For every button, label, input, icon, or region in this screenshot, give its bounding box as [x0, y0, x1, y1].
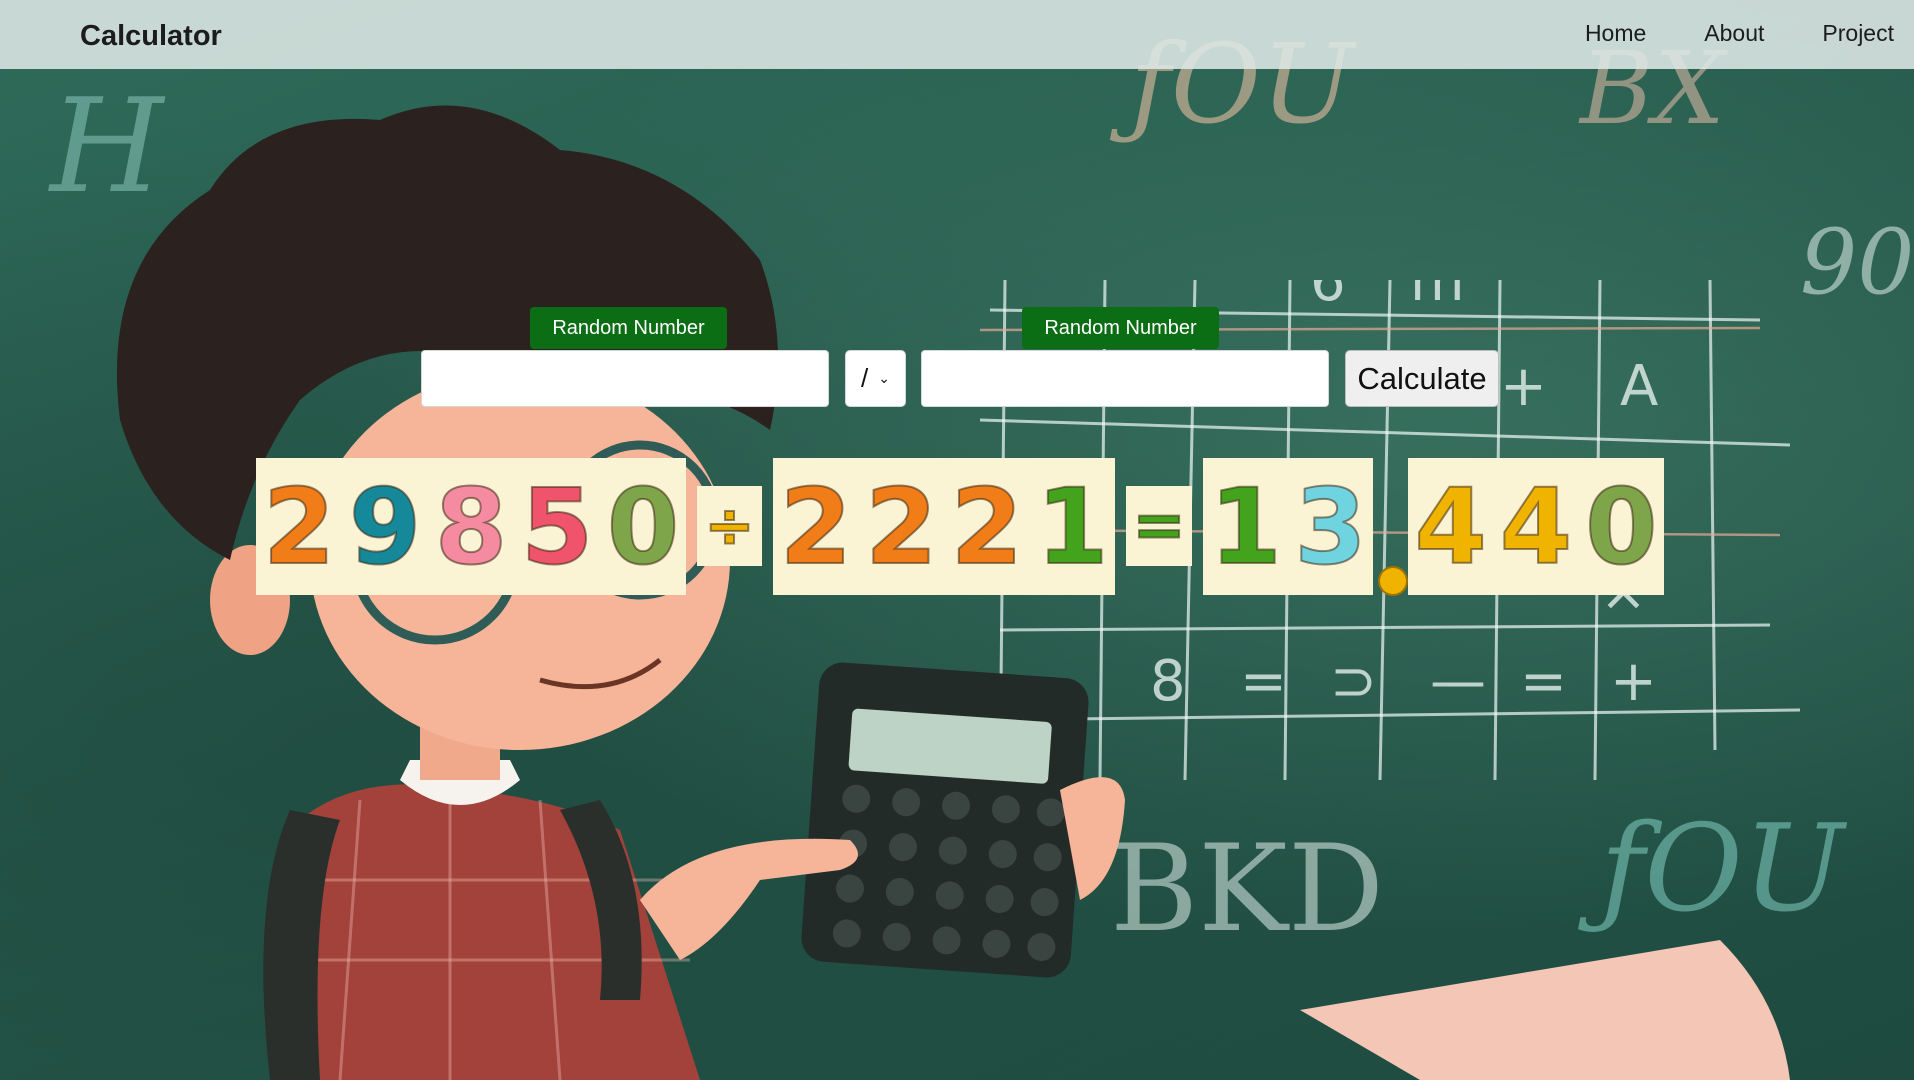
digit: 2 — [864, 465, 938, 588]
nav-links: Home About Project — [1585, 20, 1894, 47]
top-navbar: Calculator Home About Project — [0, 0, 1914, 69]
result-integer-tile: 1 3 — [1203, 458, 1373, 595]
operator-tile: ÷ — [697, 486, 762, 566]
digit: 2 — [779, 465, 853, 588]
digit: 2 — [262, 465, 336, 588]
digit: 5 — [520, 465, 594, 588]
equation-display: 2 9 8 5 0 ÷ 2 2 2 1 = 1 3 4 4 0 — [0, 458, 1914, 596]
divide-symbol: ÷ — [703, 491, 755, 561]
nav-about-link[interactable]: About — [1704, 20, 1764, 47]
digit: 0 — [1584, 465, 1658, 588]
result-fraction-tile: 4 4 0 — [1408, 458, 1664, 595]
digit: 1 — [1035, 465, 1109, 588]
app-title: Calculator — [80, 20, 222, 52]
nav-home-link[interactable]: Home — [1585, 20, 1646, 47]
second-number-input[interactable] — [921, 350, 1329, 407]
digit: 4 — [1499, 465, 1573, 588]
operand-b-tile: 2 2 2 1 — [773, 458, 1115, 595]
random-number-button-b[interactable]: Random Number — [1022, 307, 1219, 349]
digit: 8 — [434, 465, 508, 588]
equals-symbol: = — [1131, 489, 1187, 563]
digit: 1 — [1208, 465, 1282, 588]
digit: 9 — [348, 465, 422, 588]
operator-select-value: / — [861, 363, 869, 393]
nav-project-link[interactable]: Project — [1822, 20, 1894, 47]
digit: 0 — [606, 465, 680, 588]
chevron-down-icon: ⌄ — [878, 370, 890, 386]
random-number-button-a[interactable]: Random Number — [530, 307, 727, 349]
digit: 3 — [1293, 465, 1367, 588]
operator-select[interactable]: / ⌄ — [845, 350, 906, 407]
calculate-button[interactable]: Calculate — [1345, 350, 1499, 407]
decimal-point — [1378, 566, 1408, 596]
equals-tile: = — [1126, 486, 1192, 566]
first-number-input[interactable] — [421, 350, 829, 407]
digit: 4 — [1413, 465, 1487, 588]
operand-a-tile: 2 9 8 5 0 — [256, 458, 686, 595]
digit: 2 — [950, 465, 1024, 588]
